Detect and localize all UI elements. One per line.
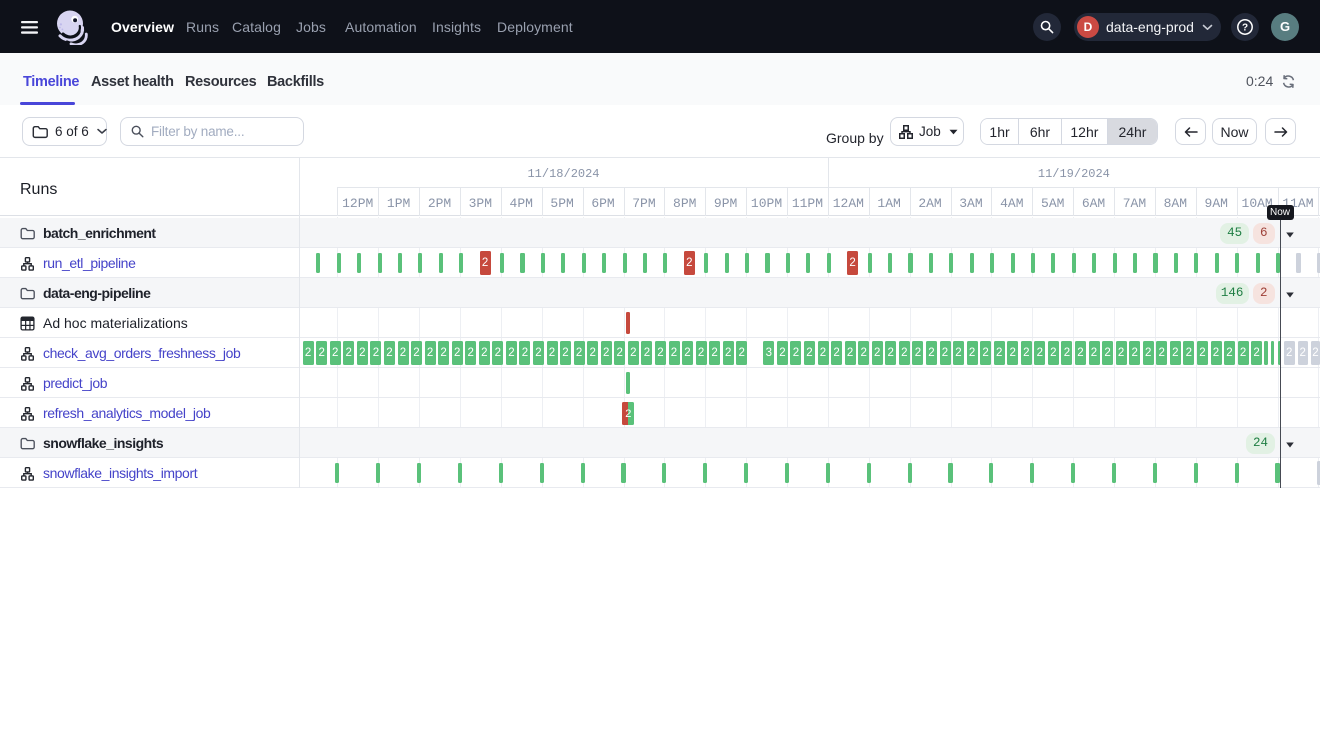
svg-text:?: ? [1242,23,1248,34]
